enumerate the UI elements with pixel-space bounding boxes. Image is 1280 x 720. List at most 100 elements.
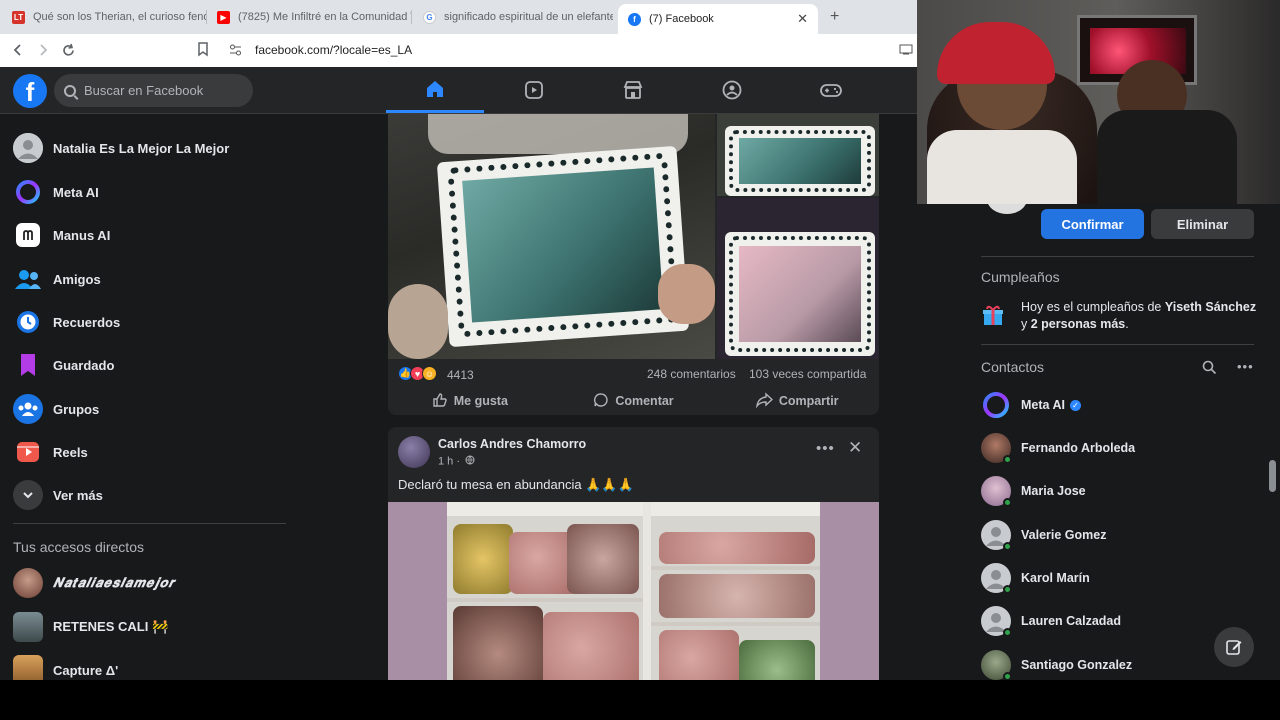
share-icon	[755, 391, 773, 411]
shortcut-item[interactable]: 𝑵𝒂𝒕𝒂𝒍𝒊𝒂𝒆𝒔𝒍𝒂𝒎𝒆𝒋𝒐𝒓	[13, 565, 175, 601]
compose-icon	[1226, 640, 1242, 655]
nav-video[interactable]	[485, 67, 583, 113]
forward-icon[interactable]	[31, 38, 55, 62]
sidebar-item-label: Reels	[53, 444, 88, 460]
sidebar-item-label: Recuerdos	[53, 314, 121, 330]
facebook-favicon-icon: f	[628, 12, 641, 26]
avatar	[981, 606, 1012, 637]
sidebar-item-reels[interactable]: Reels	[13, 434, 88, 470]
online-indicator	[1003, 498, 1012, 507]
contact-item[interactable]: Meta AI ✓	[981, 387, 1081, 423]
video-icon	[525, 81, 543, 99]
nav-gaming[interactable]	[782, 67, 880, 113]
share-count[interactable]: 103 veces compartida	[749, 367, 866, 381]
sidebar-item-profile[interactable]: Natalia Es La Mejor La Mejor	[13, 130, 229, 166]
lt-favicon-icon: LT	[12, 10, 25, 24]
reload-icon[interactable]	[56, 38, 80, 62]
contact-item[interactable]: Maria Jose	[981, 473, 1086, 509]
section-divider	[981, 256, 1254, 257]
sidebar-item-manus-ai[interactable]: Manus AI	[13, 217, 110, 253]
post-image[interactable]	[388, 114, 715, 359]
post-actions: Me gusta Comentar Compartir	[388, 390, 879, 412]
facebook-top-bar: f Buscar en Facebook	[0, 67, 917, 114]
like-button[interactable]: Me gusta	[388, 390, 552, 412]
post-author[interactable]: Carlos Andres Chamorro	[438, 437, 586, 451]
browser-tab-google[interactable]: G significado espiritual de un elefante	[423, 4, 613, 30]
home-icon	[427, 80, 443, 97]
shortcuts-heading: Tus accesos directos	[13, 539, 144, 555]
sidebar-item-label: Amigos	[53, 271, 101, 287]
post-time[interactable]: 1 h ·	[438, 455, 460, 467]
post-image[interactable]	[717, 114, 879, 196]
birthday-text: Hoy es el cumpleaños de	[1021, 300, 1165, 314]
contact-item[interactable]: Lauren Calzadad	[981, 603, 1121, 639]
contact-item[interactable]: Karol Marín	[981, 560, 1090, 596]
comment-button[interactable]: Comentar	[552, 390, 716, 412]
confirm-button[interactable]: Confirmar	[1041, 209, 1144, 239]
more-options-icon[interactable]: •••	[1237, 359, 1254, 374]
sidebar-item-groups[interactable]: Grupos	[13, 391, 99, 427]
sidebar-item-friends[interactable]: Amigos	[13, 261, 101, 297]
delete-button[interactable]: Eliminar	[1151, 209, 1254, 239]
site-settings-icon[interactable]	[229, 44, 242, 59]
search-input[interactable]: Buscar en Facebook	[54, 74, 253, 107]
search-contacts-icon[interactable]	[1202, 360, 1217, 380]
more-options-icon[interactable]: •••	[816, 440, 835, 457]
sidebar-item-meta-ai[interactable]: Meta AI	[13, 174, 99, 210]
birthday-notice[interactable]: Hoy es el cumpleaños de Yiseth Sánchez y…	[981, 299, 1271, 333]
contact-name: Santiago Gonzalez	[1021, 658, 1133, 672]
sidebar-divider	[13, 523, 286, 524]
scrollbar-thumb[interactable]	[1269, 460, 1276, 492]
comment-count[interactable]: 248 comentarios	[647, 367, 736, 381]
sidebar-item-saved[interactable]: Guardado	[13, 347, 114, 383]
contact-name: Maria Jose	[1021, 484, 1086, 498]
share-button[interactable]: Compartir	[715, 390, 879, 412]
close-tab-icon[interactable]: ✕	[797, 11, 808, 27]
online-indicator	[1003, 585, 1012, 594]
globe-icon	[465, 455, 475, 468]
online-indicator	[1003, 672, 1012, 680]
left-sidebar: Natalia Es La Mejor La Mejor Meta AI Man…	[0, 114, 300, 680]
sidebar-item-memories[interactable]: Recuerdos	[13, 304, 120, 340]
cast-icon[interactable]	[899, 44, 913, 58]
online-indicator	[1003, 542, 1012, 551]
avatar	[981, 520, 1012, 551]
tab-title: (7) Facebook	[649, 13, 714, 25]
tab-title: significado espiritual de un elefante	[444, 11, 613, 23]
new-message-button[interactable]	[1214, 627, 1254, 667]
bookmark-icon[interactable]	[197, 42, 209, 62]
facebook-logo-icon[interactable]: f	[13, 74, 47, 108]
birthday-name: Yiseth Sánchez	[1164, 300, 1257, 314]
browser-tab-therian[interactable]: LT Qué son los Therian, el curioso fenó	[12, 4, 207, 30]
saved-icon	[13, 350, 43, 380]
shortcut-item[interactable]: RETENES CALI 🚧	[13, 609, 168, 645]
meta-ai-icon	[13, 177, 43, 207]
nav-groups[interactable]	[683, 67, 781, 113]
marketplace-icon	[623, 81, 643, 99]
post-image[interactable]	[447, 502, 820, 680]
back-icon[interactable]	[6, 38, 30, 62]
sidebar-item-see-more[interactable]: Ver más	[13, 477, 103, 513]
reactions-summary[interactable]: 👍 ♥ ☺	[398, 366, 437, 381]
google-favicon-icon: G	[423, 10, 436, 24]
news-feed: 👍 ♥ ☺ 4413 248 comentarios 103 veces com…	[300, 114, 917, 680]
webcam-overlay	[917, 0, 1280, 204]
nav-marketplace[interactable]	[584, 67, 682, 113]
gift-icon	[981, 303, 1005, 327]
browser-tab-youtube[interactable]: ▶ (7825) Me Infiltré en la Comunidad T	[217, 4, 412, 30]
new-tab-icon[interactable]: +	[830, 8, 839, 26]
post-image[interactable]	[717, 198, 879, 359]
url-input[interactable]: facebook.com/?locale=es_LA	[255, 43, 412, 57]
nav-home[interactable]	[386, 67, 484, 113]
shortcut-item[interactable]: Capture Δ'	[13, 652, 118, 680]
search-icon	[64, 84, 76, 97]
browser-tab-facebook[interactable]: f (7) Facebook ✕	[618, 4, 818, 34]
search-placeholder: Buscar en Facebook	[84, 83, 204, 98]
contact-item[interactable]: Fernando Arboleda	[981, 430, 1135, 466]
close-icon[interactable]: ✕	[848, 438, 862, 458]
reaction-count[interactable]: 4413	[447, 368, 474, 382]
groups-icon	[13, 394, 43, 424]
contact-item[interactable]: Valerie Gomez	[981, 517, 1106, 553]
contact-item[interactable]: Santiago Gonzalez	[981, 647, 1132, 680]
avatar[interactable]	[398, 436, 430, 468]
